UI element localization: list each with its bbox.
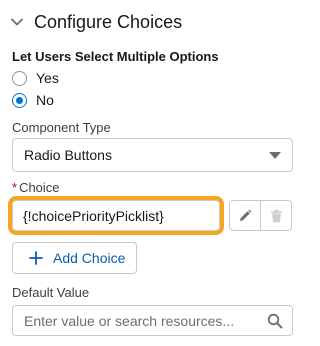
choice-label-text: Choice	[19, 180, 60, 195]
choice-label: * Choice	[12, 180, 60, 195]
choice-value: {!choicePriorityPicklist}	[23, 207, 164, 224]
radio-no[interactable]	[12, 92, 27, 108]
delete-choice-button[interactable]	[260, 201, 291, 230]
search-icon	[267, 313, 283, 329]
multi-select-label: Let Users Select Multiple Options	[12, 49, 219, 64]
plus-icon	[29, 251, 43, 265]
component-type-select[interactable]: Radio Buttons	[12, 138, 293, 172]
edit-choice-button[interactable]	[230, 201, 260, 230]
component-type-label: Component Type	[12, 120, 111, 135]
section-header[interactable]: Configure Choices	[10, 10, 182, 34]
chevron-down-icon[interactable]	[10, 15, 24, 29]
radio-yes[interactable]	[12, 70, 27, 86]
default-value-search-input[interactable]: Enter value or search resources...	[12, 305, 293, 336]
trash-icon	[270, 209, 282, 222]
choice-action-buttons	[229, 200, 292, 231]
choice-input[interactable]: {!choicePriorityPicklist}	[12, 200, 220, 231]
radio-yes-label[interactable]: Yes	[36, 70, 59, 86]
default-value-placeholder: Enter value or search resources...	[24, 312, 235, 329]
add-choice-button[interactable]: Add Choice	[12, 242, 137, 274]
radio-no-label[interactable]: No	[36, 92, 54, 108]
add-choice-label: Add Choice	[53, 250, 126, 266]
dropdown-caret-icon[interactable]	[269, 152, 281, 159]
radio-option-no[interactable]: No	[12, 91, 54, 109]
section-title: Configure Choices	[34, 11, 183, 32]
required-marker: *	[12, 180, 18, 195]
pencil-icon	[240, 209, 252, 221]
radio-option-yes[interactable]: Yes	[12, 69, 59, 87]
default-value-label: Default Value	[12, 285, 90, 300]
component-type-value: Radio Buttons	[24, 147, 112, 163]
